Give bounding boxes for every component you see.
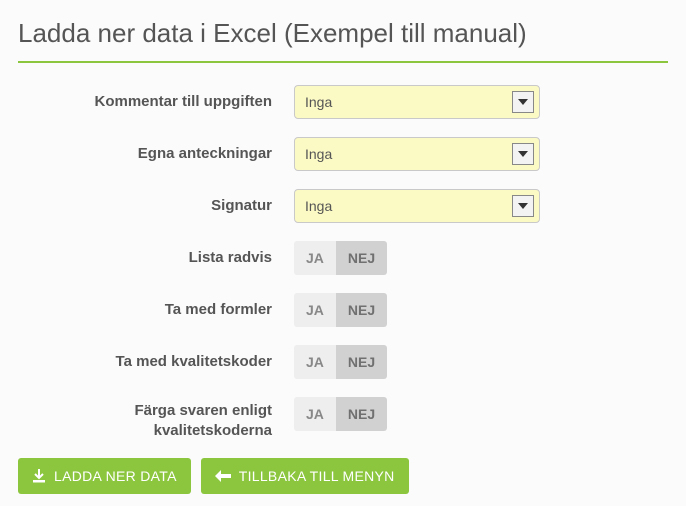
select-comment-value: Inga (305, 94, 332, 110)
back-button-label: TILLBAKA TILL MENYN (239, 468, 395, 484)
select-comment[interactable]: Inga (294, 85, 540, 119)
download-button-label: LADDA NER DATA (54, 468, 177, 484)
toggle-quality-codes-no[interactable]: NEJ (336, 345, 387, 379)
row-color-answers: Färga svaren enligt kvalitetskoderna JA … (18, 397, 668, 440)
row-notes: Egna anteckningar Inga (18, 137, 668, 171)
toggle-color-answers: JA NEJ (294, 397, 387, 431)
page-title: Ladda ner data i Excel (Exempel till man… (18, 18, 668, 49)
select-comment-wrap: Inga (294, 85, 540, 119)
select-notes-wrap: Inga (294, 137, 540, 171)
toggle-formulas: JA NEJ (294, 293, 387, 327)
toggle-color-answers-no[interactable]: NEJ (336, 397, 387, 431)
select-signature-value: Inga (305, 198, 332, 214)
select-signature[interactable]: Inga (294, 189, 540, 223)
label-list-row: Lista radvis (18, 248, 294, 268)
toggle-formulas-yes[interactable]: JA (294, 293, 336, 327)
label-color-answers: Färga svaren enligt kvalitetskoderna (18, 397, 294, 440)
toggle-list-row-yes[interactable]: JA (294, 241, 336, 275)
select-notes-value: Inga (305, 146, 332, 162)
label-signature: Signatur (18, 196, 294, 216)
toggle-color-answers-yes[interactable]: JA (294, 397, 336, 431)
action-row: LADDA NER DATA TILLBAKA TILL MENYN (18, 458, 668, 494)
toggle-quality-codes-yes[interactable]: JA (294, 345, 336, 379)
label-quality-codes: Ta med kvalitetskoder (18, 352, 294, 372)
row-quality-codes: Ta med kvalitetskoder JA NEJ (18, 345, 668, 379)
row-signature: Signatur Inga (18, 189, 668, 223)
toggle-list-row-no[interactable]: NEJ (336, 241, 387, 275)
row-comment: Kommentar till uppgiften Inga (18, 85, 668, 119)
label-notes: Egna anteckningar (18, 144, 294, 164)
download-icon (32, 469, 46, 483)
download-button[interactable]: LADDA NER DATA (18, 458, 191, 494)
select-notes[interactable]: Inga (294, 137, 540, 171)
label-comment: Kommentar till uppgiften (18, 92, 294, 112)
title-divider (18, 61, 668, 63)
back-button[interactable]: TILLBAKA TILL MENYN (201, 458, 409, 494)
label-formulas: Ta med formler (18, 300, 294, 320)
select-signature-wrap: Inga (294, 189, 540, 223)
arrow-left-icon (215, 470, 231, 482)
toggle-quality-codes: JA NEJ (294, 345, 387, 379)
toggle-formulas-no[interactable]: NEJ (336, 293, 387, 327)
row-list-row: Lista radvis JA NEJ (18, 241, 668, 275)
row-formulas: Ta med formler JA NEJ (18, 293, 668, 327)
toggle-list-row: JA NEJ (294, 241, 387, 275)
